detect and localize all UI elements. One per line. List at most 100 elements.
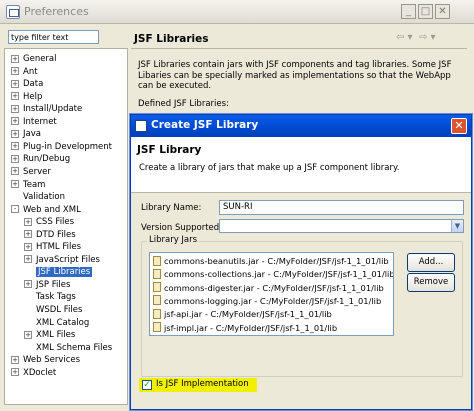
expand-icon[interactable]: + (11, 180, 19, 188)
tree-item[interactable]: + Help (11, 91, 42, 103)
tree-item[interactable]: + Java (11, 128, 41, 140)
jar-list-item[interactable]: jsf-api.jar - C:/MyFolder/JSF/jsf-1_1_01… (153, 308, 332, 321)
expand-icon[interactable]: + (11, 117, 19, 126)
jar-path: jsf-impl.jar - C:/MyFolder/JSF/jsf-1_1_0… (164, 322, 338, 333)
tree-item[interactable]: JSF Libraries (24, 266, 93, 278)
minimize-button[interactable]: _ (401, 4, 416, 19)
jar-path: commons-beanutils.jar - C:/MyFolder/JSF/… (164, 256, 389, 266)
history-nav: ⇦ ▾ ⇨ ▾ (396, 32, 436, 43)
jar-path: commons-collections.jar - C:/MyFolder/JS… (164, 269, 394, 280)
tree-item-label: Team (23, 179, 46, 190)
tree-item[interactable]: + General (11, 53, 57, 65)
expand-icon[interactable]: + (11, 167, 19, 176)
add-jar-button[interactable]: Add... (407, 253, 455, 272)
preferences-tree[interactable]: + General + Ant + Data + Help + Install/Update + In… (4, 48, 128, 405)
jar-file-icon (153, 268, 161, 279)
dialog-heading: JSF Library (137, 144, 202, 156)
version-supported-select[interactable]: ▼ (219, 219, 464, 233)
tree-item-label: Install/Update (23, 104, 83, 115)
tree-item[interactable]: + Server (11, 166, 51, 178)
tree-item[interactable]: + Plug-in Development (11, 141, 112, 153)
dialog-window-icon (135, 120, 147, 132)
jar-list-item[interactable]: commons-logging.jar - C:/MyFolder/JSF/js… (153, 295, 381, 308)
tree-item[interactable]: + Web Services (11, 354, 80, 366)
back-nav-button[interactable]: ⇦ ▾ (396, 32, 413, 43)
filter-input[interactable]: type filter text (8, 30, 99, 44)
tree-item-label: General (23, 54, 57, 64)
tree-item[interactable]: + HTML Files (24, 241, 81, 253)
tree-item-label: Ant (23, 66, 38, 77)
tree-item-label: Help (23, 91, 43, 102)
jar-file-icon (153, 322, 161, 332)
jar-path: commons-logging.jar - C:/MyFolder/JSF/js… (164, 295, 382, 306)
tree-item-label: Web and XML (23, 204, 81, 215)
dialog-close-button[interactable]: ✕ (451, 118, 467, 134)
tree-item[interactable]: + XDoclet (11, 367, 56, 379)
version-supported-label: Version Supported: (141, 223, 223, 233)
tree-item[interactable]: + Internet (11, 116, 57, 128)
tree-item[interactable]: + JavaScript Files (24, 254, 100, 266)
jar-list[interactable]: commons-beanutils.jar - C:/MyFolder/JSF/… (149, 252, 394, 336)
expand-icon[interactable]: + (24, 330, 32, 339)
jar-list-item[interactable]: commons-collections.jar - C:/MyFolder/JS… (153, 268, 394, 281)
expand-icon[interactable]: + (11, 79, 19, 88)
window-titlebar: Preferences _ □ ✕ (0, 0, 474, 24)
tree-item[interactable]: - Web and XML (11, 204, 81, 216)
expand-icon[interactable]: + (11, 368, 19, 377)
library-name-field[interactable]: SUN-RI (219, 200, 464, 215)
create-jsf-library-dialog: Create JSF Library ✕ JSF Library Create … (130, 114, 472, 410)
expand-icon[interactable]: + (11, 104, 19, 113)
tree-item[interactable]: + Data (11, 78, 43, 90)
jar-file-icon (153, 295, 161, 306)
tree-item-label: Validation (23, 192, 65, 203)
chevron-down-icon[interactable]: ▼ (451, 220, 463, 232)
dialog-titlebar: Create JSF Library ✕ (131, 115, 471, 137)
tree-item-label: Internet (23, 116, 57, 127)
tree-item-label: Task Tags (36, 292, 76, 303)
tree-item[interactable]: + CSS Files (24, 216, 74, 228)
maximize-button[interactable]: □ (418, 4, 433, 19)
tree-item-label: Server (23, 166, 51, 177)
tree-item[interactable]: + JSP Files (24, 279, 70, 291)
tree-item[interactable]: Validation (11, 191, 65, 203)
expand-icon[interactable]: + (11, 54, 19, 63)
expand-icon[interactable]: + (11, 355, 19, 364)
expand-icon[interactable]: + (24, 255, 32, 264)
tree-item[interactable]: + Install/Update (11, 103, 82, 115)
close-button[interactable]: ✕ (435, 4, 450, 19)
expand-icon[interactable]: + (24, 230, 32, 239)
jar-list-item[interactable]: jsf-impl.jar - C:/MyFolder/JSF/jsf-1_1_0… (153, 322, 337, 335)
tree-item-label: Web Services (23, 355, 81, 366)
implementation-label[interactable]: Is JSF Implementation (156, 379, 249, 389)
expand-icon[interactable]: + (11, 67, 19, 76)
expand-icon[interactable]: + (24, 242, 32, 251)
tree-item-label: Data (23, 79, 44, 90)
tree-item[interactable]: XML Catalog (24, 317, 89, 329)
remove-jar-button[interactable]: Remove (407, 273, 455, 292)
tree-item[interactable]: + XML Files (24, 329, 75, 341)
tree-item[interactable]: + DTD Files (24, 229, 76, 241)
tree-item[interactable]: XML Schema Files (24, 342, 112, 354)
expand-icon[interactable]: + (24, 280, 32, 289)
expand-icon[interactable]: + (24, 217, 32, 226)
tree-item[interactable]: WSDL Files (24, 304, 82, 316)
tree-item[interactable]: + Ant (11, 66, 38, 78)
tree-item-label: JSF Libraries (36, 267, 93, 278)
jar-list-item[interactable]: commons-digester.jar - C:/MyFolder/JSF/j… (153, 282, 384, 295)
defined-libraries-label: Defined JSF Libraries: (138, 99, 229, 109)
expand-icon[interactable]: + (11, 142, 19, 151)
tree-item[interactable]: + Run/Debug (11, 153, 70, 165)
implementation-checkbox[interactable]: ✓ (142, 380, 152, 390)
expand-icon[interactable]: + (11, 129, 19, 138)
tree-item-label: CSS Files (36, 217, 75, 228)
tree-item-label: JavaScript Files (36, 254, 100, 265)
expand-icon[interactable]: + (11, 154, 19, 163)
tree-item[interactable]: Task Tags (24, 291, 76, 303)
expand-icon[interactable]: + (11, 92, 19, 101)
jar-file-icon (153, 255, 161, 266)
tree-item-label: XML Schema Files (36, 342, 113, 353)
jar-list-item[interactable]: commons-beanutils.jar - C:/MyFolder/JSF/… (153, 255, 389, 268)
forward-nav-button[interactable]: ⇨ ▾ (419, 32, 436, 43)
tree-item[interactable]: + Team (11, 179, 45, 191)
collapse-icon[interactable]: - (11, 205, 19, 214)
